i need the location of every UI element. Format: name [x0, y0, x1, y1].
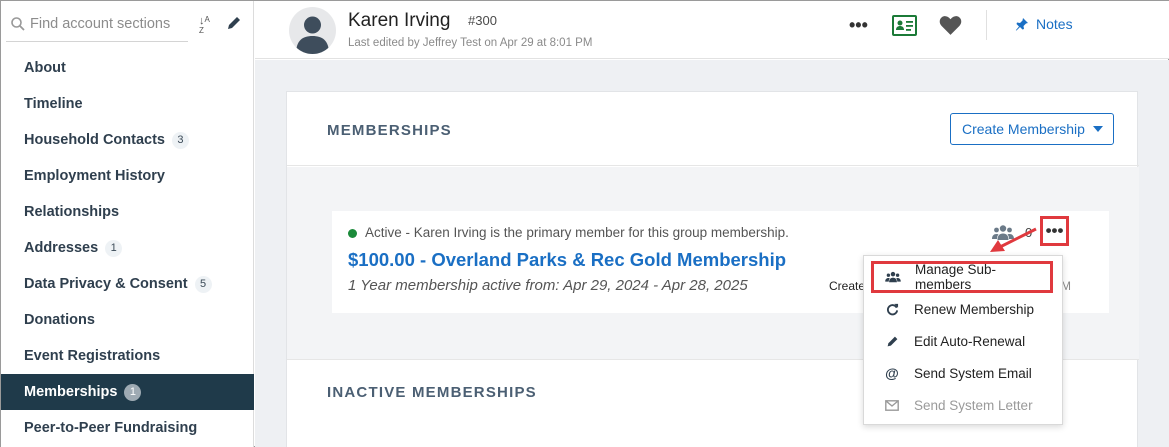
- refresh-icon: [884, 302, 900, 316]
- sidebar-item-label: Household Contacts: [24, 132, 165, 148]
- notes-label: Notes: [1036, 16, 1073, 32]
- caret-down-icon: [1093, 126, 1103, 132]
- status-label: Active: [365, 225, 402, 240]
- menu-item-send-system-letter: Send System Letter: [864, 390, 1064, 420]
- sidebar-item-label: Addresses: [24, 240, 99, 256]
- create-membership-button[interactable]: Create Membership: [950, 113, 1114, 145]
- section-search: [6, 7, 188, 42]
- sidebar-item-donations[interactable]: Donations: [1, 302, 254, 338]
- sidebar-item-label: Relationships: [24, 204, 120, 220]
- menu-item-label: Renew Membership: [914, 301, 1035, 317]
- menu-item-label: Send System Letter: [914, 397, 1033, 413]
- menu-item-send-system-email[interactable]: @ Send System Email: [864, 358, 1064, 388]
- sidebar-item-label: Timeline: [24, 96, 83, 112]
- menu-item-label: Manage Sub-members: [915, 262, 997, 292]
- membership-status: Active - Karen Irving is the primary mem…: [365, 225, 789, 240]
- sidebar-nav: About Timeline Household Contacts 3 Emplo…: [1, 50, 254, 446]
- pin-icon: [1015, 18, 1028, 31]
- sidebar-item-label: Data Privacy & Consent: [24, 276, 188, 292]
- sidebar-item-addresses[interactable]: Addresses 1: [1, 230, 254, 266]
- account-header: Karen Irving #300 Last edited by Jeffrey…: [255, 1, 1169, 59]
- sidebar-item-about[interactable]: About: [1, 50, 254, 86]
- membership-actions-menu: Manage Sub-members Renew Membership Edit…: [863, 255, 1063, 425]
- created-text: Create: [829, 279, 866, 293]
- sidebar: ↓AZ About Timeline Household Contacts 3 E…: [1, 1, 254, 447]
- sidebar-item-employment-history[interactable]: Employment History: [1, 158, 254, 194]
- envelope-icon: [884, 398, 900, 412]
- annotation-arrow: [990, 227, 1037, 252]
- user-icon: [296, 16, 329, 54]
- account-id: #300: [468, 13, 497, 28]
- sidebar-item-label: Peer-to-Peer Fundraising: [24, 420, 198, 436]
- create-membership-label: Create Membership: [962, 121, 1085, 137]
- count-badge: 5: [194, 275, 212, 293]
- pencil-icon[interactable]: [226, 15, 242, 31]
- memberships-card-header: MEMBERSHIPS Create Membership: [287, 92, 1139, 166]
- notes-button[interactable]: Notes: [1015, 16, 1073, 32]
- sidebar-item-label: Memberships: [24, 384, 118, 400]
- account-name: Karen Irving: [348, 10, 451, 31]
- membership-range: 1 Year membership active from: Apr 29, 2…: [348, 277, 748, 294]
- at-icon: @: [885, 365, 899, 381]
- sidebar-item-label: Employment History: [24, 168, 165, 184]
- avatar: [289, 7, 336, 54]
- status-dot-icon: [348, 229, 357, 238]
- sidebar-item-timeline[interactable]: Timeline: [1, 86, 254, 122]
- sidebar-item-data-privacy[interactable]: Data Privacy & Consent 5: [1, 266, 254, 302]
- sidebar-item-label: Event Registrations: [24, 348, 161, 364]
- inactive-section-title: INACTIVE MEMBERSHIPS: [327, 384, 537, 401]
- more-actions-button[interactable]: •••: [849, 15, 868, 36]
- sidebar-item-label: Donations: [24, 312, 95, 328]
- heart-icon[interactable]: [938, 13, 963, 38]
- membership-title-link[interactable]: $100.00 - Overland Parks & Rec Gold Memb…: [348, 249, 786, 271]
- count-badge: 1: [105, 239, 123, 257]
- sidebar-item-peer-to-peer[interactable]: Peer-to-Peer Fundraising: [1, 410, 254, 446]
- sidebar-item-relationships[interactable]: Relationships: [1, 194, 254, 230]
- menu-item-manage-sub-members[interactable]: Manage Sub-members: [871, 261, 1053, 293]
- menu-item-label: Send System Email: [914, 365, 1032, 381]
- sidebar-item-event-registrations[interactable]: Event Registrations: [1, 338, 254, 374]
- users-icon: [885, 270, 901, 284]
- last-edited: Last edited by Jeffrey Test on Apr 29 at…: [348, 37, 593, 49]
- pencil-icon: [884, 334, 900, 348]
- section-title: MEMBERSHIPS: [327, 122, 452, 139]
- count-badge: 1: [124, 383, 142, 401]
- sidebar-item-label: About: [24, 60, 66, 76]
- menu-item-label: Edit Auto-Renewal: [914, 333, 1026, 349]
- status-note: - Karen Irving is the primary member for…: [401, 225, 789, 240]
- search-icon: [11, 17, 25, 31]
- count-badge: 3: [171, 131, 189, 149]
- menu-item-renew-membership[interactable]: Renew Membership: [864, 294, 1064, 324]
- sidebar-item-memberships[interactable]: Memberships 1: [1, 374, 254, 410]
- search-input[interactable]: [30, 16, 180, 32]
- header-divider: [986, 10, 987, 40]
- sidebar-item-household-contacts[interactable]: Household Contacts 3: [1, 122, 254, 158]
- sort-icon[interactable]: ↓A Z: [199, 16, 210, 38]
- contact-card-icon[interactable]: [892, 15, 917, 36]
- menu-item-edit-auto-renewal[interactable]: Edit Auto-Renewal: [864, 326, 1064, 356]
